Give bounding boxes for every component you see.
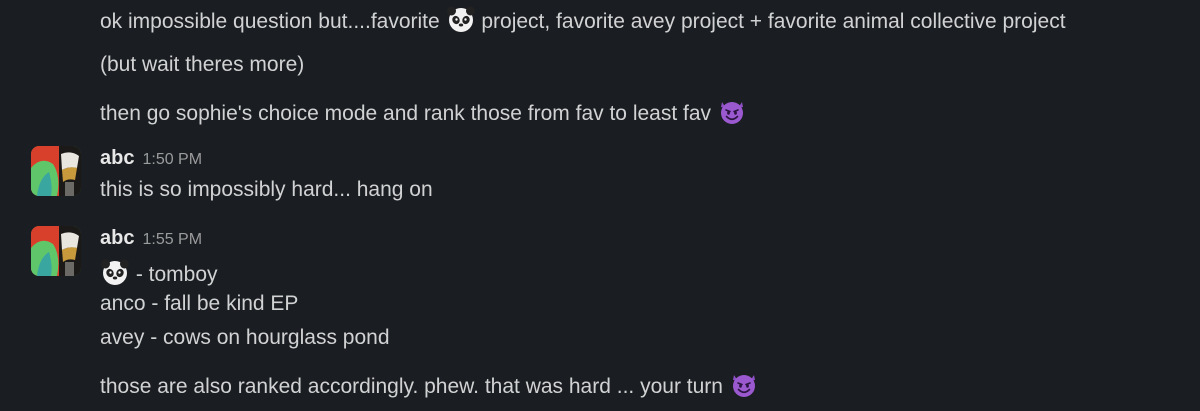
message-text: project, favorite avey project + favorit…	[475, 10, 1066, 33]
message-line: avey - cows on hourglass pond	[100, 326, 390, 349]
message-line-1: ok impossible question but....favorite p…	[100, 4, 1066, 36]
message-line: - tomboy	[100, 257, 218, 289]
message-text: ok impossible question but....favorite	[100, 10, 446, 33]
author-name[interactable]: abc	[100, 227, 134, 249]
smiling-imp-icon	[729, 369, 759, 399]
message-header: abc 1:50 PM	[100, 146, 202, 172]
message-line-2: (but wait theres more)	[100, 53, 305, 76]
message-line: this is so impossibly hard... hang on	[100, 178, 433, 201]
message-line: those are also ranked accordingly. phew.…	[100, 369, 759, 401]
message-header: abc 1:55 PM	[100, 226, 202, 252]
message-text: those are also ranked accordingly. phew.…	[100, 375, 729, 398]
message-line: anco - fall be kind EP	[100, 292, 299, 315]
message-line-3: then go sophie's choice mode and rank th…	[100, 96, 747, 128]
message-text: - tomboy	[130, 263, 218, 286]
avatar[interactable]	[31, 226, 81, 276]
timestamp[interactable]: 1:50 PM	[142, 151, 202, 168]
avatar[interactable]	[31, 146, 81, 196]
panda-face-icon	[446, 4, 476, 34]
author-name[interactable]: abc	[100, 147, 134, 169]
smiling-imp-icon	[717, 96, 747, 126]
panda-face-icon	[100, 257, 130, 287]
timestamp[interactable]: 1:55 PM	[142, 231, 202, 248]
message-text: then go sophie's choice mode and rank th…	[100, 102, 717, 125]
